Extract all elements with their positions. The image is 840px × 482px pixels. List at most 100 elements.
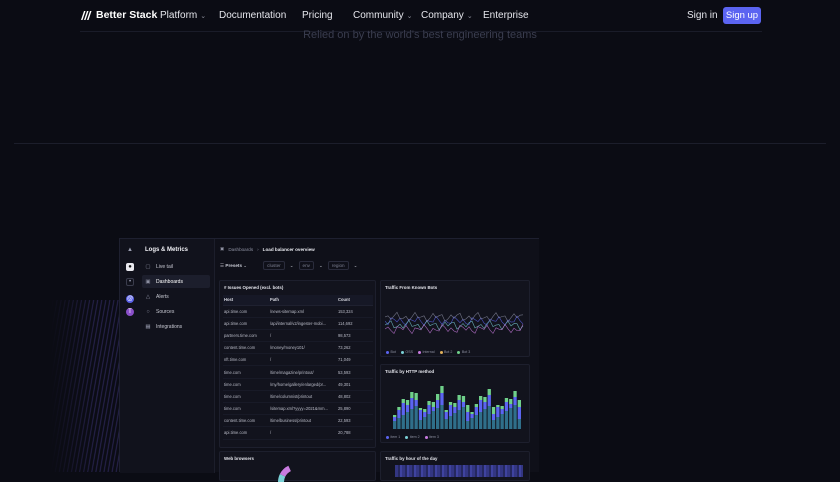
http-bar [436,400,440,408]
http-bar [393,415,397,417]
team-avatar-icon[interactable]: T [126,308,134,316]
app-main: ▣ Dashboards › Load balancer overview ☰ … [216,239,540,482]
legend-item[interactable]: item 1 [386,435,400,439]
legend-label: Bot 3 [461,350,471,354]
brand-logo[interactable]: Better Stack [81,9,157,21]
table-row[interactable]: time.com/my/home/gallery/enlarged/pr... 4… [223,378,373,391]
legend-item[interactable]: Bot 2 [439,350,452,354]
chevron-down-icon: ⌄ [466,12,473,20]
cell-path: /time/columnist/printout [269,390,337,404]
table-row[interactable]: nft.time.com/71,049 [223,353,373,367]
legend-item[interactable]: Internal [418,350,435,354]
table-row[interactable]: time.com/time/magazine/printout/53,593 [223,365,373,379]
http-bar [423,417,427,429]
http-bar [513,405,517,429]
legend-swatch [386,350,389,354]
column-header-count[interactable]: Count [337,295,373,306]
dashboard-icon: ▣ [220,246,225,251]
table-row[interactable]: api.time.com/20,788 [223,426,373,440]
legend-item[interactable]: OSS [400,350,413,354]
nav-platform-label: Platform [160,10,198,21]
chevron-down-icon: ⌄ [406,12,413,20]
sign-up-button[interactable]: Sign up [723,7,761,24]
nav-platform[interactable]: Platform ⌄ [160,10,206,21]
breadcrumb-parent[interactable]: Dashboards [228,247,253,252]
nav-enterprise[interactable]: Enterprise [483,10,529,21]
legend-item[interactable]: Bot [386,350,396,354]
nav-pricing-label: Pricing [302,10,333,21]
legend-item[interactable]: item 3 [424,435,439,439]
cell-count: 25,890 [337,402,373,416]
table-row[interactable]: content.time.com/time/business/printout 2… [223,414,373,428]
dashboard-icon: ▣ [145,278,151,285]
cell-host: content.time.com [223,414,269,428]
http-bar [496,407,500,417]
http-bar [474,404,478,407]
column-header-host[interactable]: Host [223,295,269,306]
nav-community[interactable]: Community ⌄ [353,10,412,21]
http-bar [401,399,405,403]
uptime-app-icon[interactable]: • [126,278,134,286]
presets-label: Presets [225,262,243,268]
legend-item[interactable]: item 2 [405,435,420,439]
http-bar [448,416,453,429]
table-row[interactable]: api.time.com/news-sitemap.xml 153,324 [223,305,373,318]
legend-label: item 1 [390,435,401,439]
http-bar [405,405,410,412]
nav-company[interactable]: Company ⌄ [421,10,473,21]
http-bar [418,410,423,420]
sidebar-item-live-tail[interactable]: ▢ Live tail [142,260,210,273]
cell-host: partners.time.com [223,329,269,343]
issues-panel-title: # Issues Opened (excl. bots) [224,285,284,290]
chevron-down-icon: ⌄ [353,262,358,268]
http-bar [401,415,405,429]
http-bar [487,395,491,406]
http-bar [410,392,414,398]
sign-in-link[interactable]: Sign in [687,10,718,21]
table-row[interactable]: time.com/sitemap.xml?yyyy=2021&mm... 25,8… [223,402,373,416]
http-bar [491,420,496,429]
http-method-chart [393,386,521,429]
filter-chip-cluster[interactable]: cluster [263,261,285,270]
user-avatar-icon[interactable]: @ [126,295,134,303]
http-bar [479,400,483,412]
cell-count: 98,573 [337,329,373,343]
http-bar [431,411,435,429]
http-bar [509,404,513,408]
table-row[interactable]: time.com/time/columnist/printout 48,802 [223,390,373,404]
cell-host: time.com [223,402,269,416]
http-bar [483,402,487,409]
filter-chip-region[interactable]: region [327,261,349,270]
nav-community-label: Community [353,10,404,21]
sidebar-item-alerts[interactable]: △ Alerts [142,290,210,303]
issues-table: Host Path Count api.time.com/news-sitema… [223,295,373,440]
column-header-path[interactable]: Path [269,295,337,306]
table-row[interactable]: partners.time.com/98,573 [223,329,373,343]
nav-pricing[interactable]: Pricing [302,10,333,21]
http-bar [448,402,453,405]
http-bar [405,412,410,429]
better-stack-logo-icon [81,10,92,20]
browsers-panel-title: Web browsers [224,456,254,461]
http-bar [423,412,427,417]
stack-logo-icon[interactable]: ▲ [126,246,134,254]
http-bar [504,402,509,411]
filter-chip-env[interactable]: env [298,261,314,270]
http-bar [410,409,414,429]
http-bar [414,400,418,406]
sidebar-item-integrations[interactable]: ▦ Integrations [142,320,210,333]
cell-count: 71,049 [337,353,373,367]
legend-item[interactable]: Bot 3 [457,350,470,354]
app-preview-window: ▲ ● • @ T Logs & Metrics ▢ Live tail ▣ Das… [119,238,540,482]
http-bar [453,413,457,429]
legend-swatch [405,435,409,439]
nav-documentation[interactable]: Documentation [219,10,286,21]
sidebar-item-sources[interactable]: ○ Sources [142,305,210,318]
sidebar-item-dashboards[interactable]: ▣ Dashboards [142,275,210,288]
http-panel-title: Traffic by HTTP method [385,369,435,374]
table-row[interactable]: content.time.com/money/money101/73,262 [223,341,373,355]
table-row[interactable]: api.time.com/api/internal/v2/ingester-mo… [223,317,373,330]
http-bar [418,420,423,429]
logs-app-icon[interactable]: ● [126,263,134,271]
presets-dropdown[interactable]: ☰ Presets ⌄ [220,263,247,269]
